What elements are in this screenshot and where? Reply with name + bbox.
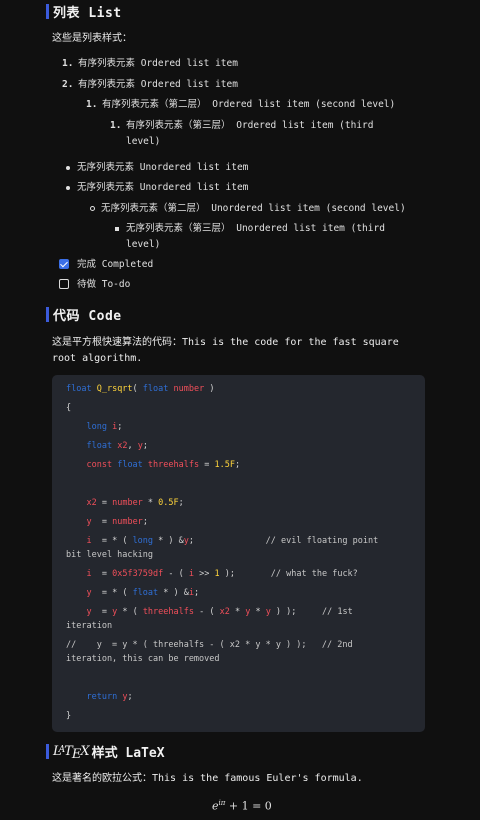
code-comment: // 1st xyxy=(322,607,353,617)
heading-accent-bar xyxy=(46,743,49,759)
unordered-list-item-level3: 无序列表元素（第三层） Unordered list item (third xyxy=(126,223,385,234)
unordered-list-item-level2: 无序列表元素（第二层） Unordered list item (second … xyxy=(101,203,406,214)
code-comment: // y = y * ( threehalfs - ( x2 * y * y )… xyxy=(66,640,353,650)
bullet-circle xyxy=(90,206,95,211)
code-intro: 这是平方根快速算法的代码：This is the code for the fa… xyxy=(52,337,399,348)
code-intro-wrap: root algorithm. xyxy=(52,353,143,364)
task-checkbox-checked[interactable] xyxy=(59,259,69,269)
list-item-text: 有序列表元素 Ordered list item xyxy=(78,79,238,90)
list-item-text: 有序列表元素 Ordered list item xyxy=(78,58,238,69)
latex-heading-text: 样式 LaTeX xyxy=(91,745,165,761)
code-line: float Q_rsqrt( float number ) xyxy=(66,384,215,394)
unordered-list-item: 无序列表元素 Unordered list item xyxy=(77,182,249,193)
ordered-list-item-level3: 1. 有序列表元素（第三层） Ordered list item (third xyxy=(110,118,374,134)
ordered-list-item: 2. 有序列表元素 Ordered list item xyxy=(62,77,238,93)
latex-intro: 这是著名的欧拉公式：This is the famous Euler's for… xyxy=(52,773,363,784)
code-line: } xyxy=(66,711,72,721)
list-item-text: 有序列表元素（第三层） Ordered list item (third xyxy=(126,120,374,131)
unordered-list-item: 无序列表元素 Unordered list item xyxy=(77,162,249,173)
heading-accent-bar xyxy=(46,306,49,322)
list-number: 1. xyxy=(86,99,98,110)
list-heading-text: 列表 List xyxy=(53,5,122,21)
code-line: y = number; xyxy=(86,517,148,527)
code-heading: 代码 Code xyxy=(46,305,122,324)
ordered-list-item-level2: 1. 有序列表元素（第二层） Ordered list item (second … xyxy=(86,97,395,113)
euler-formula: eiπ + 1 = 0 xyxy=(212,799,272,813)
bullet-dot xyxy=(66,186,70,190)
code-comment-wrap: iteration, this can be removed xyxy=(66,654,220,664)
list-number: 1. xyxy=(62,58,74,69)
formula-rest: + 1 = 0 xyxy=(225,799,272,813)
list-item-text: 有序列表元素（第二层） Ordered list item (second le… xyxy=(102,99,396,110)
code-block: float Q_rsqrt( float number ) { long i; … xyxy=(52,375,425,732)
code-line: { xyxy=(66,403,72,413)
code-line: i = 0x5f3759df - ( i >> 1 ); // what the… xyxy=(86,569,358,579)
task-checkbox-unchecked[interactable] xyxy=(59,279,69,289)
code-line: return y; xyxy=(86,692,133,702)
code-line: long i; xyxy=(86,422,123,432)
list-number: 2. xyxy=(62,79,74,90)
code-line: i = * ( long * ) &y; // evil floating po… xyxy=(86,536,379,546)
code-comment: // what the fuck? xyxy=(270,569,358,579)
code-line: const float threehalfs = 1.5F; xyxy=(86,460,241,470)
code-comment: // evil floating point xyxy=(265,536,379,546)
code-comment-wrap: bit level hacking xyxy=(66,550,153,560)
list-intro: 这些是列表样式： xyxy=(52,33,132,44)
code-line: y = * ( float * ) &i; xyxy=(86,588,200,598)
task-item-todo: 待做 To-do xyxy=(77,279,131,290)
code-line: float x2, y; xyxy=(86,441,148,451)
latex-logo: LATEX xyxy=(53,743,90,762)
code-comment-wrap: iteration xyxy=(66,621,113,631)
task-item-completed: 完成 Completed xyxy=(77,259,154,270)
code-line: x2 = number * 0.5F; xyxy=(86,498,184,508)
unordered-list-item-level3-wrap: level) xyxy=(126,239,161,250)
ordered-list-item-level3-wrap: level) xyxy=(126,136,161,147)
code-line: y = y * ( threehalfs - ( x2 * y * y ) );… xyxy=(86,607,353,617)
bullet-square xyxy=(115,227,119,231)
list-heading: 列表 List xyxy=(46,2,122,21)
list-number: 1. xyxy=(110,120,122,131)
ordered-list-item: 1. 有序列表元素 Ordered list item xyxy=(62,56,238,72)
bullet-dot xyxy=(66,166,70,170)
code-heading-text: 代码 Code xyxy=(53,308,122,324)
latex-heading: LATEX 样式 LaTeX xyxy=(46,742,165,762)
heading-accent-bar xyxy=(46,3,49,19)
